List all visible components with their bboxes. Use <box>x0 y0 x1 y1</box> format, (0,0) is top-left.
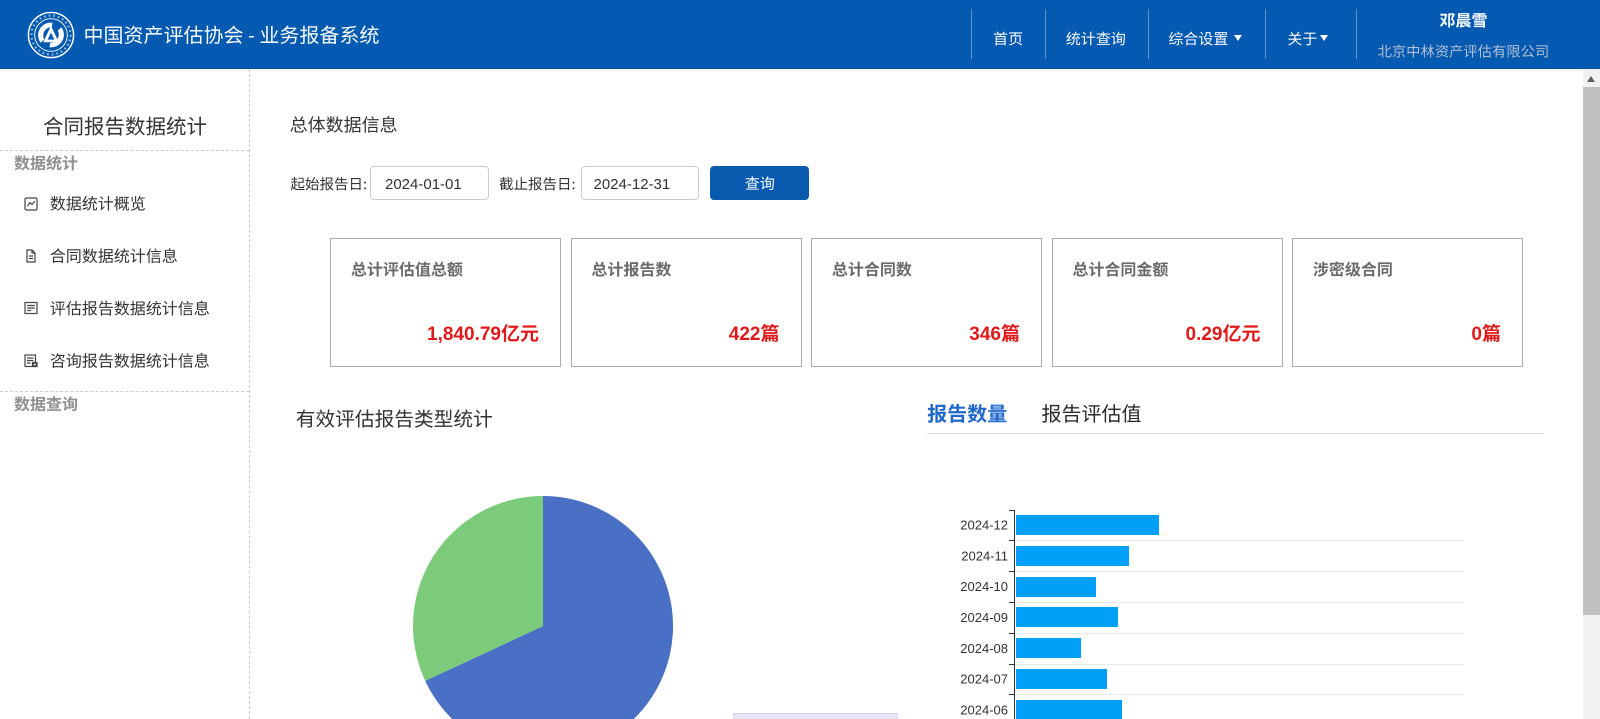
svg-text:2024-10: 2024-10 <box>960 579 1008 594</box>
svg-text:2024-12: 2024-12 <box>960 518 1008 533</box>
svg-text:2024-07: 2024-07 <box>960 672 1008 687</box>
svg-text:2024-09: 2024-09 <box>960 610 1008 625</box>
svg-text:2024-11: 2024-11 <box>961 548 1008 563</box>
svg-text:2024-06: 2024-06 <box>960 702 1008 717</box>
svg-text:2024-08: 2024-08 <box>960 641 1008 656</box>
